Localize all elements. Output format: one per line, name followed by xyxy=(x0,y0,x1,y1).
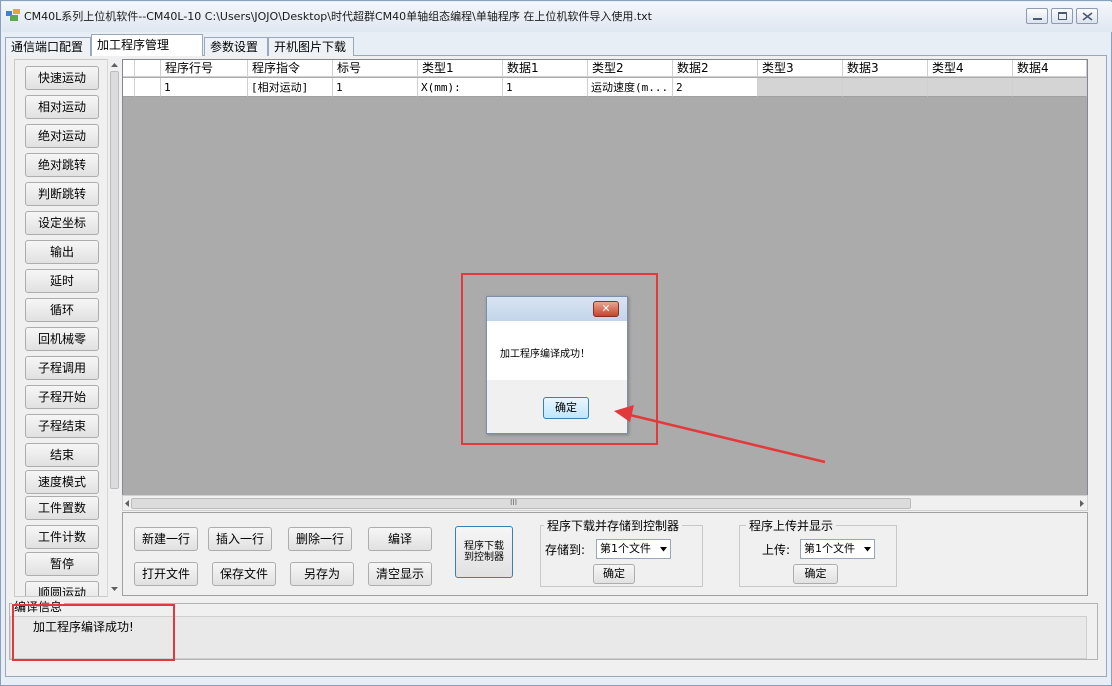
table-cell[interactable] xyxy=(1013,78,1087,97)
annotation-arrow-icon xyxy=(614,405,826,464)
tool-pause[interactable]: 暂停 xyxy=(25,552,99,576)
col-header-data3[interactable]: 数据3 xyxy=(843,60,928,77)
tool-workpiece-count[interactable]: 工件计数 xyxy=(25,525,99,549)
row-selector[interactable] xyxy=(123,78,135,97)
col-header-type2[interactable]: 类型2 xyxy=(588,60,673,77)
upload-confirm-button[interactable]: 确定 xyxy=(793,564,838,584)
col-header-line-no[interactable]: 程序行号 xyxy=(161,60,248,77)
upload-label: 上传: xyxy=(762,543,791,557)
maximize-icon xyxy=(1058,12,1067,20)
download-group-title: 程序下载并存储到控制器 xyxy=(544,517,683,534)
scroll-left-icon[interactable] xyxy=(124,499,130,508)
minimize-icon xyxy=(1033,18,1042,20)
grid-hscroll-thumb[interactable]: III xyxy=(131,498,911,509)
row-header[interactable] xyxy=(135,78,161,97)
chevron-down-icon xyxy=(864,547,871,552)
col-header-data2[interactable]: 数据2 xyxy=(673,60,758,77)
download-label-line1: 程序下载 xyxy=(464,541,504,552)
col-header-data4[interactable]: 数据4 xyxy=(1013,60,1087,77)
col-header-data1[interactable]: 数据1 xyxy=(503,60,588,77)
store-to-label: 存储到: xyxy=(545,543,586,557)
tab-parameters[interactable]: 参数设置 xyxy=(204,37,268,56)
col-header-type1[interactable]: 类型1 xyxy=(418,60,503,77)
tool-end[interactable]: 结束 xyxy=(25,443,99,467)
tool-loop[interactable]: 循环 xyxy=(25,298,99,322)
grid-row-header-col xyxy=(135,60,161,77)
tab-program-management[interactable]: 加工程序管理 xyxy=(91,34,203,56)
store-to-value: 第1个文件 xyxy=(600,542,651,555)
tool-absolute-move[interactable]: 绝对运动 xyxy=(25,124,99,148)
tool-delay[interactable]: 延时 xyxy=(25,269,99,293)
table-cell[interactable]: 1 xyxy=(161,78,248,97)
tool-conditional-jump[interactable]: 判断跳转 xyxy=(25,182,99,206)
grid-corner xyxy=(123,60,135,77)
table-cell[interactable]: 2 xyxy=(673,78,758,97)
tool-rapid-move[interactable]: 快速运动 xyxy=(25,66,99,90)
tool-absolute-jump[interactable]: 绝对跳转 xyxy=(25,153,99,177)
chevron-down-icon xyxy=(660,547,667,552)
tab-comm-port[interactable]: 通信端口配置 xyxy=(5,37,91,56)
table-cell[interactable] xyxy=(843,78,928,97)
scroll-up-icon[interactable] xyxy=(110,62,119,68)
minimize-button[interactable] xyxy=(1026,8,1048,24)
insert-row-button[interactable]: 插入一行 xyxy=(208,527,272,551)
col-header-type4[interactable]: 类型4 xyxy=(928,60,1013,77)
upload-group-title: 程序上传并显示 xyxy=(746,517,837,534)
save-as-button[interactable]: 另存为 xyxy=(290,562,354,586)
scroll-grip: III xyxy=(510,498,518,507)
tool-subroutine-call[interactable]: 子程调用 xyxy=(25,356,99,380)
instruction-toolbox: 快速运动 相对运动 绝对运动 绝对跳转 判断跳转 设定坐标 输出 延时 循环 回… xyxy=(14,59,120,597)
col-header-type3[interactable]: 类型3 xyxy=(758,60,843,77)
col-header-instruction[interactable]: 程序指令 xyxy=(248,60,333,77)
compile-button[interactable]: 编译 xyxy=(368,527,432,551)
col-header-label[interactable]: 标号 xyxy=(333,60,418,77)
tab-boot-image[interactable]: 开机图片下载 xyxy=(268,37,354,56)
upload-select[interactable]: 第1个文件 xyxy=(800,539,875,559)
window-title: CM40L系列上位机软件--CM40L-10 C:\Users\JOJO\Des… xyxy=(24,10,652,23)
tool-set-coordinate[interactable]: 设定坐标 xyxy=(25,211,99,235)
toolbox-scroll-thumb[interactable] xyxy=(110,71,119,489)
scroll-down-icon[interactable] xyxy=(110,586,119,592)
open-file-button[interactable]: 打开文件 xyxy=(134,562,198,586)
download-label-line2: 到控制器 xyxy=(464,552,504,563)
scroll-right-icon[interactable] xyxy=(1079,499,1085,508)
app-icon xyxy=(6,9,20,21)
tool-workpiece-set[interactable]: 工件置数 xyxy=(25,496,99,520)
table-cell[interactable]: 运动速度(m... xyxy=(588,78,673,97)
tool-output[interactable]: 输出 xyxy=(25,240,99,264)
download-confirm-button[interactable]: 确定 xyxy=(593,564,635,584)
new-row-button[interactable]: 新建一行 xyxy=(134,527,198,551)
tool-home[interactable]: 回机械零 xyxy=(25,327,99,351)
table-cell[interactable]: X(mm): xyxy=(418,78,503,97)
table-cell[interactable]: [相对运动] xyxy=(248,78,333,97)
save-file-button[interactable]: 保存文件 xyxy=(212,562,276,586)
grid-hscrollbar[interactable]: III xyxy=(122,495,1088,511)
highlight-box-info xyxy=(12,604,175,661)
table-cell[interactable] xyxy=(928,78,1013,97)
tool-subroutine-start[interactable]: 子程开始 xyxy=(25,385,99,409)
clear-display-button[interactable]: 清空显示 xyxy=(368,562,432,586)
toolbox-scrollbar[interactable] xyxy=(107,59,121,597)
table-cell[interactable]: 1 xyxy=(503,78,588,97)
close-button[interactable] xyxy=(1076,8,1098,24)
close-icon xyxy=(1082,12,1093,21)
download-to-controller-button[interactable]: 程序下载 到控制器 xyxy=(455,526,513,578)
tab-strip: 通信端口配置 加工程序管理 参数设置 开机图片下载 xyxy=(5,34,1107,56)
table-cell[interactable]: 1 xyxy=(333,78,418,97)
tool-cw-arc[interactable]: 顺圆运动 xyxy=(25,581,99,596)
table-cell[interactable] xyxy=(758,78,843,97)
delete-row-button[interactable]: 删除一行 xyxy=(288,527,352,551)
tool-speed-mode[interactable]: 速度模式 xyxy=(25,470,99,494)
maximize-button[interactable] xyxy=(1051,8,1073,24)
tool-relative-move[interactable]: 相对运动 xyxy=(25,95,99,119)
tool-subroutine-end[interactable]: 子程结束 xyxy=(25,414,99,438)
upload-value: 第1个文件 xyxy=(804,542,855,555)
store-to-select[interactable]: 第1个文件 xyxy=(596,539,671,559)
